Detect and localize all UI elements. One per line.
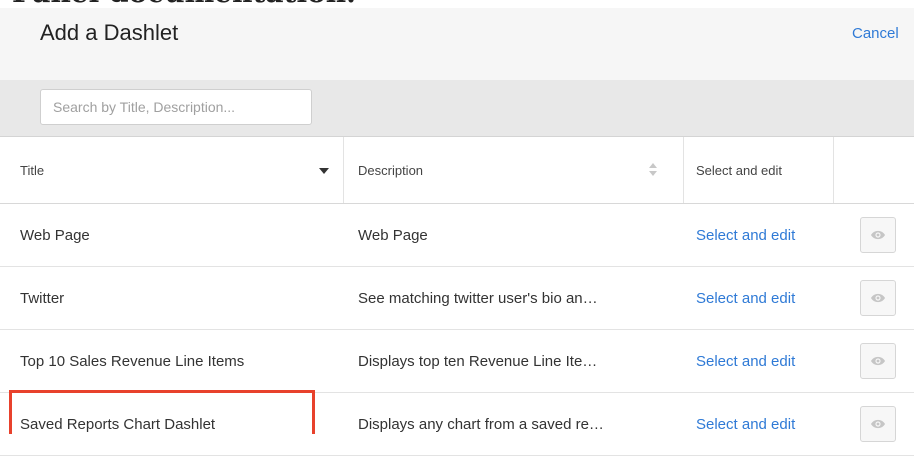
- preview-button[interactable]: [860, 406, 896, 442]
- table-row[interactable]: Top 10 Sales Revenue Line Items Displays…: [0, 330, 914, 393]
- search-input[interactable]: [40, 89, 312, 125]
- eye-icon: [871, 293, 885, 303]
- select-and-edit-link[interactable]: Select and edit: [696, 227, 795, 244]
- column-header-select: Select and edit: [684, 137, 834, 203]
- select-and-edit-link[interactable]: Select and edit: [696, 416, 795, 433]
- row-description: Web Page: [358, 226, 428, 244]
- column-header-description-label: Description: [358, 162, 424, 178]
- preview-button[interactable]: [860, 280, 896, 316]
- doc-heading-fragment: Panel documentation.: [12, 0, 356, 8]
- search-bar: [0, 80, 914, 137]
- table-header-row: Title Description Select and edit: [0, 137, 914, 204]
- column-header-select-label: Select and edit: [696, 162, 783, 178]
- row-title: Twitter: [20, 289, 65, 307]
- select-and-edit-link[interactable]: Select and edit: [696, 290, 795, 307]
- column-header-title[interactable]: Title: [0, 137, 344, 203]
- eye-icon: [871, 356, 885, 366]
- preview-button[interactable]: [860, 343, 896, 379]
- preview-button[interactable]: [860, 217, 896, 253]
- row-title: Top 10 Sales Revenue Line Items: [20, 352, 245, 370]
- table-row[interactable]: Twitter See matching twitter user's bio …: [0, 267, 914, 330]
- column-header-description[interactable]: Description: [344, 137, 684, 203]
- dialog-title: Add a Dashlet: [40, 20, 179, 45]
- row-description: Displays any chart from a saved re…: [358, 415, 604, 433]
- row-title: Saved Reports Chart Dashlet: [20, 415, 216, 433]
- dashlet-table: Title Description Select and edit Web Pa…: [0, 137, 914, 456]
- sort-desc-icon: [319, 168, 329, 174]
- table-row[interactable]: Web Page Web Page Select and edit: [0, 204, 914, 267]
- row-description: See matching twitter user's bio an…: [358, 289, 598, 307]
- select-and-edit-link[interactable]: Select and edit: [696, 353, 795, 370]
- row-description: Displays top ten Revenue Line Ite…: [358, 352, 598, 370]
- eye-icon: [871, 230, 885, 240]
- sort-unsorted-icon: [649, 163, 657, 177]
- cancel-button[interactable]: Cancel: [852, 24, 899, 44]
- column-header-title-label: Title: [20, 162, 45, 178]
- column-header-actions: [834, 137, 914, 203]
- row-title: Web Page: [20, 226, 90, 244]
- eye-icon: [871, 419, 885, 429]
